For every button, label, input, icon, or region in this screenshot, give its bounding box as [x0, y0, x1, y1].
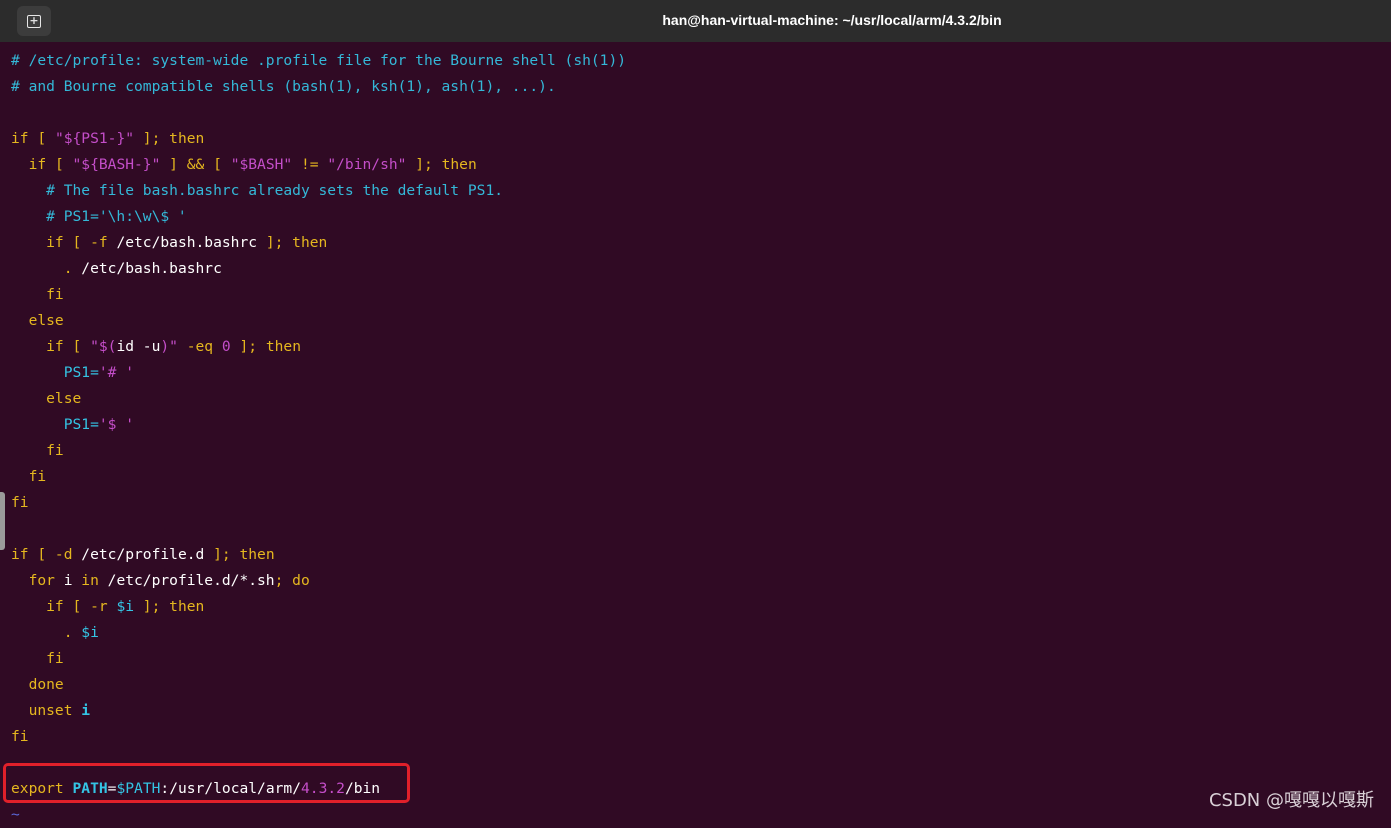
code-token: "$BASH" — [230, 156, 293, 173]
file-line: fi — [11, 724, 1391, 750]
file-line: fi — [11, 438, 1391, 464]
file-line: # and Bourne compatible shells (bash(1),… — [11, 74, 1391, 100]
file-line: PS1='# ' — [11, 360, 1391, 386]
code-token: "$( — [90, 338, 117, 355]
code-token: ]; then — [134, 130, 205, 147]
scrollbar-thumb[interactable] — [0, 492, 5, 550]
code-token: if — [11, 234, 64, 251]
code-token: ]; then — [230, 338, 301, 355]
code-token: i — [54, 572, 82, 589]
code-token: fi — [11, 728, 29, 745]
window-titlebar: + han@han-virtual-machine: ~/usr/local/a… — [0, 0, 1391, 42]
code-token: done — [11, 676, 64, 693]
file-line: if [ -f /etc/bash.bashrc ]; then — [11, 230, 1391, 256]
code-token: ; do — [274, 572, 310, 589]
code-token: in — [81, 572, 99, 589]
code-token: "${PS1-}" — [54, 130, 135, 147]
code-token: PS1= — [11, 364, 99, 381]
file-line: . $i — [11, 620, 1391, 646]
file-line: # The file bash.bashrc already sets the … — [11, 178, 1391, 204]
code-token: if — [11, 130, 29, 147]
code-token: /etc/bash.bashrc — [116, 234, 258, 251]
code-token: /etc/bash.bashrc — [81, 260, 222, 277]
file-line: ~ — [11, 802, 1391, 828]
code-token: /etc/profile.d/*.sh — [98, 572, 275, 589]
highlight-box — [3, 763, 410, 803]
code-token: '$ ' — [98, 416, 135, 433]
file-line: # /etc/profile: system-wide .profile fil… — [11, 48, 1391, 74]
code-token: # and Bourne compatible shells (bash(1),… — [11, 78, 556, 95]
file-line: if [ "${BASH-}" ] && [ "$BASH" != "/bin/… — [11, 152, 1391, 178]
code-token: unset — [11, 702, 82, 719]
file-line: else — [11, 308, 1391, 334]
file-line: PS1='$ ' — [11, 412, 1391, 438]
code-token: [ — [46, 156, 73, 173]
file-line: . /etc/bash.bashrc — [11, 256, 1391, 282]
file-line: done — [11, 672, 1391, 698]
code-token: -eq — [177, 338, 222, 355]
code-token: [ -r — [63, 598, 117, 615]
code-token: ]; then — [257, 234, 328, 251]
code-token: if — [11, 338, 64, 355]
code-token: ] && [ — [160, 156, 231, 173]
file-line: fi — [11, 646, 1391, 672]
code-token: # /etc/profile: system-wide .profile fil… — [11, 52, 627, 69]
code-token: . — [11, 624, 82, 641]
file-line: fi — [11, 464, 1391, 490]
code-token: if — [11, 546, 29, 563]
code-token: [ — [63, 338, 91, 355]
file-line: else — [11, 386, 1391, 412]
file-line — [11, 516, 1391, 542]
code-token: 0 — [221, 338, 231, 355]
code-token: . — [11, 260, 82, 277]
file-line: if [ "$(id -u)" -eq 0 ]; then — [11, 334, 1391, 360]
code-token: fi — [11, 442, 64, 459]
file-line: if [ "${PS1-}" ]; then — [11, 126, 1391, 152]
code-token: # The file bash.bashrc already sets the … — [11, 182, 504, 199]
code-token: ]; then — [204, 546, 275, 563]
code-token: for — [11, 572, 55, 589]
code-token: '# ' — [98, 364, 135, 381]
code-token: [ — [28, 130, 55, 147]
file-line: if [ -d /etc/profile.d ]; then — [11, 542, 1391, 568]
code-token: != — [292, 156, 328, 173]
code-token: "/bin/sh" — [327, 156, 407, 173]
file-line: # PS1='\h:\w\$ ' — [11, 204, 1391, 230]
code-token: $i — [116, 598, 135, 615]
code-token: "${BASH-}" — [72, 156, 161, 173]
code-token: id -u — [116, 338, 161, 355]
window-title: han@han-virtual-machine: ~/usr/local/arm… — [662, 12, 1002, 28]
code-token: ~ — [11, 806, 20, 823]
terminal-text-area[interactable]: # /etc/profile: system-wide .profile fil… — [11, 48, 1391, 828]
code-token: fi — [11, 468, 47, 485]
code-token: [ -f — [63, 234, 117, 251]
code-token: /etc/profile.d — [81, 546, 205, 563]
code-token: else — [11, 390, 82, 407]
file-line — [11, 100, 1391, 126]
code-token: ]; then — [134, 598, 205, 615]
code-token: [ -d — [28, 546, 82, 563]
code-token: fi — [11, 286, 64, 303]
code-token: PS1= — [11, 416, 99, 433]
code-token: fi — [11, 494, 29, 511]
code-token: $i — [81, 624, 99, 641]
file-line: unset i — [11, 698, 1391, 724]
file-line: fi — [11, 282, 1391, 308]
code-token: if — [11, 598, 64, 615]
code-token: else — [11, 312, 64, 329]
code-token: fi — [11, 650, 64, 667]
code-token: if — [11, 156, 47, 173]
watermark: CSDN @嘎嘎以嘎斯 — [1208, 790, 1374, 811]
file-line: fi — [11, 490, 1391, 516]
code-token: # PS1='\h:\w\$ ' — [11, 208, 187, 225]
code-token: ]; then — [406, 156, 477, 173]
code-token: i — [81, 702, 91, 719]
file-line: if [ -r $i ]; then — [11, 594, 1391, 620]
file-line: for i in /etc/profile.d/*.sh; do — [11, 568, 1391, 594]
code-token: )" — [160, 338, 178, 355]
